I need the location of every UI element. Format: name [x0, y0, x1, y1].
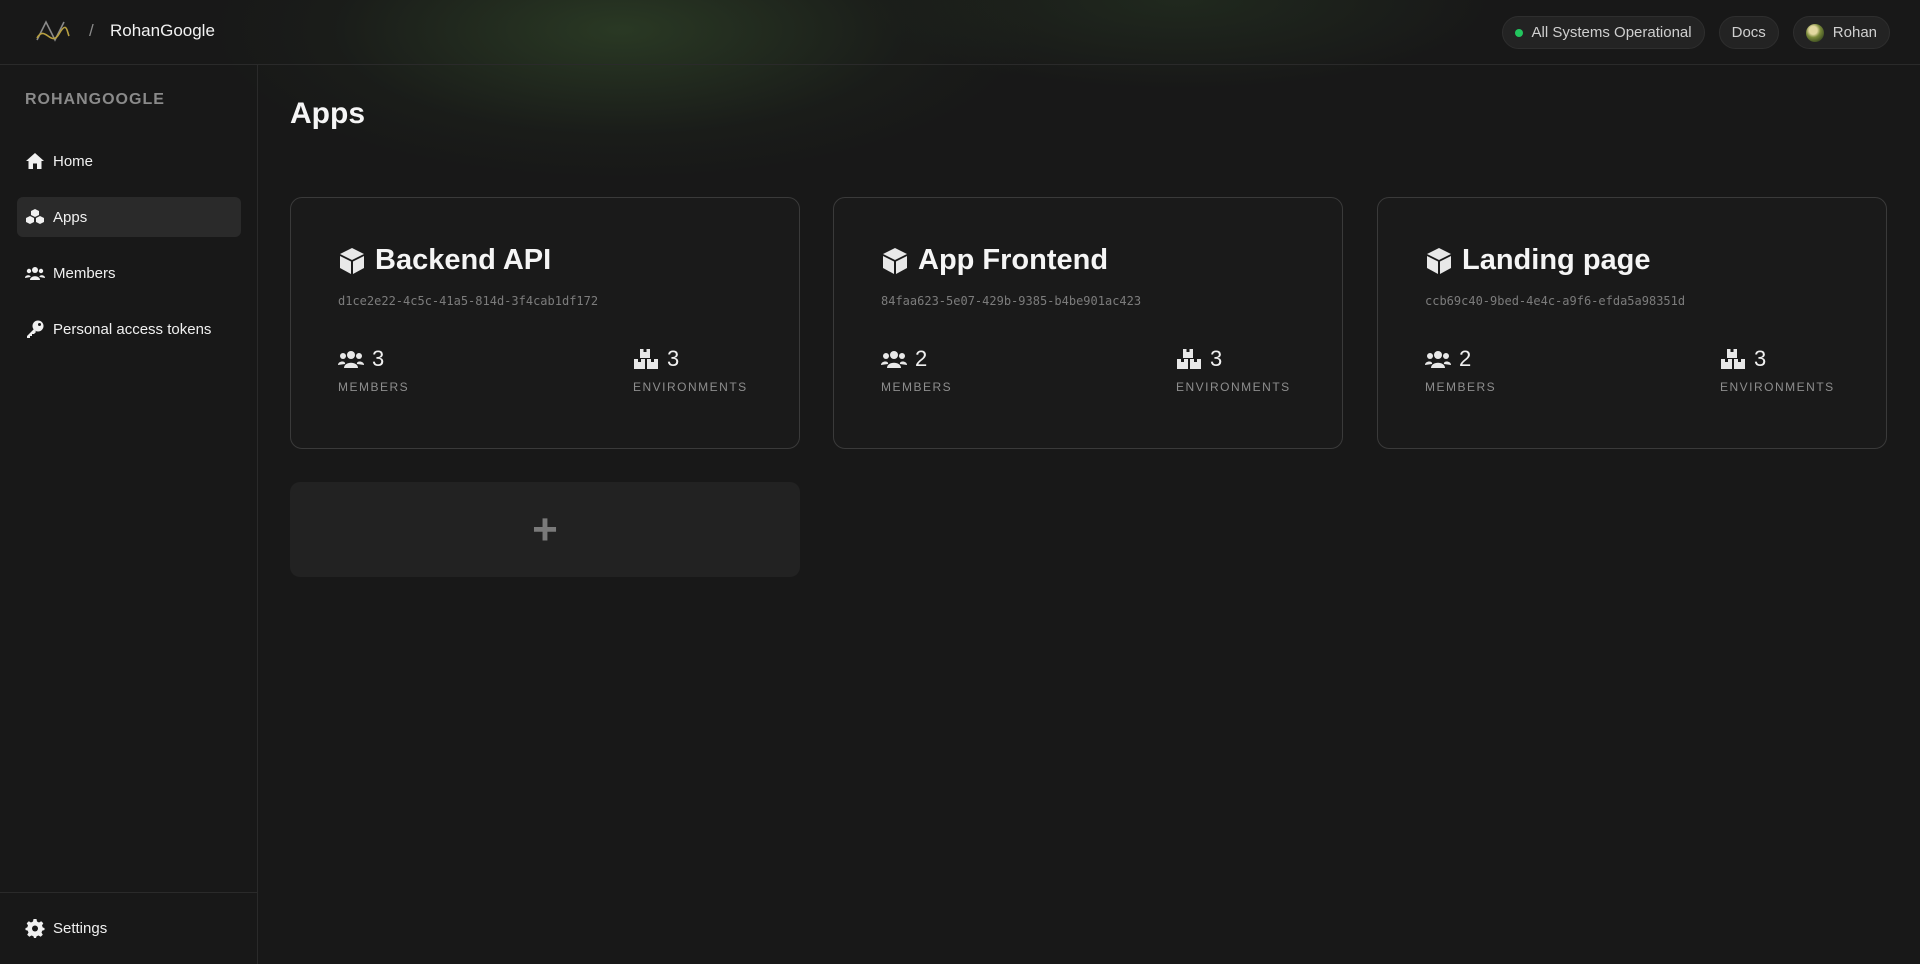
app-card-title: Backend API: [337, 244, 551, 277]
environments-label: ENVIRONMENTS: [1720, 380, 1835, 394]
add-app-button[interactable]: +: [290, 482, 800, 577]
sidebar-item-home[interactable]: Home: [17, 141, 241, 181]
members-count: 2: [1459, 346, 1472, 371]
members-label: MEMBERS: [881, 380, 953, 394]
sidebar-item-label: Members: [53, 264, 116, 282]
environments-label: ENVIRONMENTS: [1176, 380, 1291, 394]
app-card-title: App Frontend: [880, 244, 1108, 277]
logo-icon[interactable]: [35, 18, 71, 46]
members-icon: [1425, 351, 1451, 368]
box-icon: [340, 247, 364, 274]
sidebar-item-label: Home: [53, 152, 94, 170]
home-icon: [25, 151, 45, 171]
app-card-app-frontend[interactable]: App Frontend 84faa623-5e07-429b-9385-b4b…: [833, 197, 1343, 449]
members-stat: 3 MEMBERS: [338, 346, 409, 394]
settings-label: Settings: [53, 919, 108, 937]
apps-icon: [25, 207, 45, 227]
sidebar-footer: Settings: [0, 892, 257, 964]
breadcrumb-separator: /: [89, 21, 94, 40]
environments-stat: 3 ENVIRONMENTS: [1720, 346, 1835, 394]
user-menu-button[interactable]: Rohan: [1792, 16, 1890, 49]
environments-icon: [1721, 349, 1745, 369]
top-bar: / RohanGoogle All Systems Operational Do…: [0, 0, 1920, 65]
members-icon: [338, 351, 364, 368]
environments-count: 3: [1754, 346, 1767, 371]
app-card-title: Landing page: [1424, 244, 1651, 277]
docs-label: Docs: [1731, 24, 1766, 41]
sidebar-heading: ROHANGOOGLE: [25, 91, 165, 108]
status-badge[interactable]: All Systems Operational: [1501, 16, 1705, 49]
sidebar-item-apps[interactable]: Apps: [17, 197, 241, 237]
environments-icon: [1177, 349, 1201, 369]
environments-stat: 3 ENVIRONMENTS: [633, 346, 748, 394]
sidebar-item-personal-access-tokens[interactable]: Personal access tokens: [17, 309, 241, 349]
members-stat: 2 MEMBERS: [1425, 346, 1496, 394]
members-icon: [25, 263, 45, 283]
members-label: MEMBERS: [338, 380, 410, 394]
app-id: 84faa623-5e07-429b-9385-b4be901ac423: [881, 294, 1142, 308]
breadcrumb-org[interactable]: RohanGoogle: [110, 21, 215, 41]
plus-icon: +: [532, 504, 558, 554]
app-name: App Frontend: [918, 244, 1109, 276]
gear-icon: [25, 918, 45, 938]
page-title: Apps: [290, 97, 365, 130]
app-id: ccb69c40-9bed-4e4c-a9f6-efda5a98351d: [1425, 294, 1686, 308]
box-icon: [1427, 247, 1451, 274]
docs-button[interactable]: Docs: [1718, 16, 1779, 49]
sidebar: ROHANGOOGLE Home Apps Members Personal a…: [0, 65, 258, 964]
status-dot-icon: [1514, 28, 1523, 37]
environments-stat: 3 ENVIRONMENTS: [1176, 346, 1291, 394]
members-label: MEMBERS: [1425, 380, 1497, 394]
app-name: Backend API: [375, 244, 552, 276]
environments-count: 3: [1210, 346, 1223, 371]
sidebar-item-label: Apps: [53, 208, 88, 226]
members-count: 3: [372, 346, 385, 371]
sidebar-nav: Home Apps Members Personal access tokens: [17, 141, 241, 365]
status-label: All Systems Operational: [1531, 24, 1692, 41]
environments-icon: [634, 349, 658, 369]
sidebar-item-members[interactable]: Members: [17, 253, 241, 293]
environments-count: 3: [667, 346, 680, 371]
members-icon: [881, 351, 907, 368]
app-name: Landing page: [1462, 244, 1651, 276]
environments-label: ENVIRONMENTS: [633, 380, 748, 394]
sidebar-item-settings[interactable]: Settings: [25, 918, 107, 938]
members-stat: 2 MEMBERS: [881, 346, 952, 394]
box-icon: [883, 247, 907, 274]
user-name: Rohan: [1832, 24, 1877, 41]
app-card-landing-page[interactable]: Landing page ccb69c40-9bed-4e4c-a9f6-efd…: [1377, 197, 1887, 449]
app-card-backend-api[interactable]: Backend API d1ce2e22-4c5c-41a5-814d-3f4c…: [290, 197, 800, 449]
key-icon: [25, 319, 45, 339]
sidebar-item-label: Personal access tokens: [53, 320, 212, 338]
app-id: d1ce2e22-4c5c-41a5-814d-3f4cab1df172: [338, 294, 599, 308]
members-count: 2: [915, 346, 928, 371]
header-actions: All Systems Operational Docs Rohan: [1501, 16, 1890, 49]
avatar: [1805, 23, 1824, 42]
